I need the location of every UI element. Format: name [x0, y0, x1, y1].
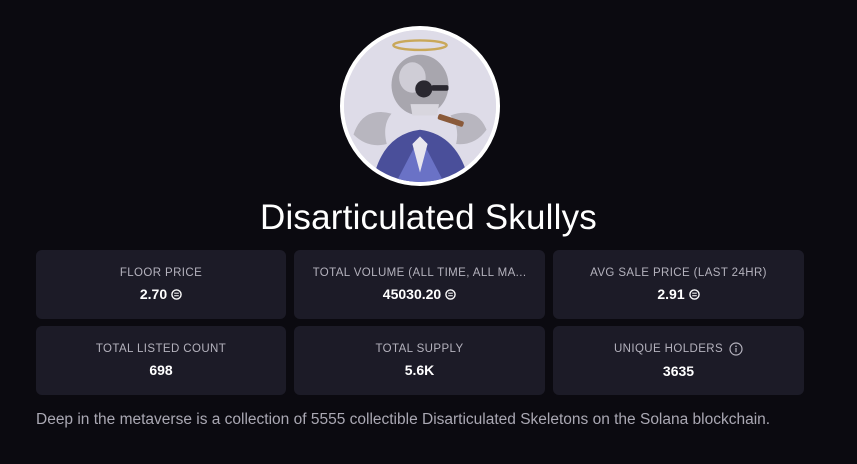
stat-label: TOTAL SUPPLY	[375, 343, 464, 355]
solana-icon	[688, 288, 700, 300]
collection-avatar	[340, 26, 500, 186]
stat-value-text: 2.91	[657, 286, 685, 302]
stat-card-floor-price: FLOOR PRICE 2.70	[36, 250, 286, 319]
stat-value: 2.91	[657, 286, 700, 302]
stat-label-row: UNIQUE HOLDERS	[614, 342, 743, 356]
stat-value: 2.70	[140, 286, 182, 302]
stat-value-text: 698	[149, 362, 173, 378]
stat-card-unique-holders: UNIQUE HOLDERS 3635	[553, 326, 804, 395]
stat-value: 5.6K	[405, 362, 435, 378]
solana-icon	[171, 288, 182, 300]
stat-card-total-listed-count: TOTAL LISTED COUNT 698	[36, 326, 286, 395]
stat-value: 698	[149, 362, 172, 378]
stats-grid: FLOOR PRICE 2.70 TOTAL VOLUME (ALL TIME,…	[36, 250, 804, 395]
stat-value: 45030.20	[383, 286, 456, 302]
stat-label: TOTAL LISTED COUNT	[95, 343, 227, 355]
stat-label: UNIQUE HOLDERS	[613, 343, 724, 355]
skeleton-avatar-image	[344, 30, 496, 182]
stat-card-total-volume: TOTAL VOLUME (ALL TIME, ALL MA... 45030.…	[294, 250, 545, 319]
stat-value-text: 3635	[662, 363, 695, 379]
collection-description: Deep in the metaverse is a collection of…	[36, 411, 771, 428]
info-icon[interactable]	[729, 342, 743, 356]
stat-value-text: 2.70	[139, 286, 168, 302]
stat-label: AVG SALE PRICE (LAST 24HR)	[590, 267, 767, 279]
solana-icon	[445, 288, 456, 300]
stat-card-avg-sale-price: AVG SALE PRICE (LAST 24HR) 2.91	[553, 250, 804, 319]
stat-value-text: 5.6K	[404, 362, 435, 378]
stat-value: 3635	[663, 363, 694, 379]
stat-value-text: 45030.20	[382, 286, 442, 302]
collection-title: Disarticulated Skullys	[259, 198, 598, 237]
stat-label: FLOOR PRICE	[119, 267, 203, 279]
stat-label: TOTAL VOLUME (ALL TIME, ALL MA...	[312, 267, 527, 279]
stat-card-total-supply: TOTAL SUPPLY 5.6K	[294, 326, 545, 395]
